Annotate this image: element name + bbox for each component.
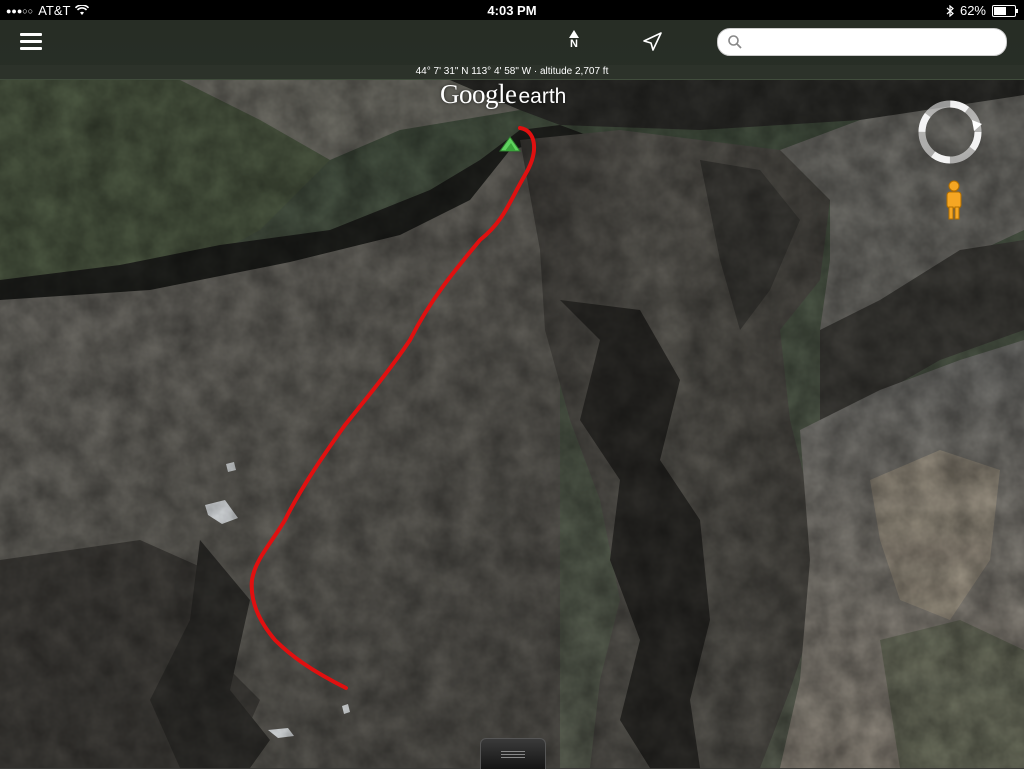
search-icon: [728, 35, 742, 49]
north-label: N: [570, 38, 578, 50]
google-earth-logo: Googleearth: [440, 79, 567, 109]
north-arrow-icon: [569, 30, 579, 38]
navigation-ring-icon[interactable]: [914, 96, 986, 168]
battery-percent: 62%: [959, 3, 986, 18]
location-arrow-icon[interactable]: [640, 30, 664, 54]
pegman-icon[interactable]: [943, 180, 965, 220]
menu-button[interactable]: [20, 33, 42, 51]
clock: 4:03 PM: [487, 3, 537, 18]
bluetooth-icon: [946, 4, 954, 17]
search-input[interactable]: [748, 32, 1000, 54]
top-toolbar: N: [0, 20, 1024, 65]
status-bar: ●●●○○ AT&T 4:03 PM 62%: [0, 0, 1024, 20]
map-view[interactable]: [0, 0, 1024, 768]
search-field[interactable]: [717, 28, 1007, 56]
battery-icon: [992, 4, 1018, 17]
coordinates-readout: 44° 7' 31" N 113° 4' 58" W · altitude 2,…: [0, 65, 1024, 79]
north-up-button[interactable]: N: [562, 30, 586, 56]
menu-icon: [20, 33, 42, 36]
grip-icon: [501, 751, 525, 759]
bottom-panel-handle[interactable]: [480, 738, 546, 769]
